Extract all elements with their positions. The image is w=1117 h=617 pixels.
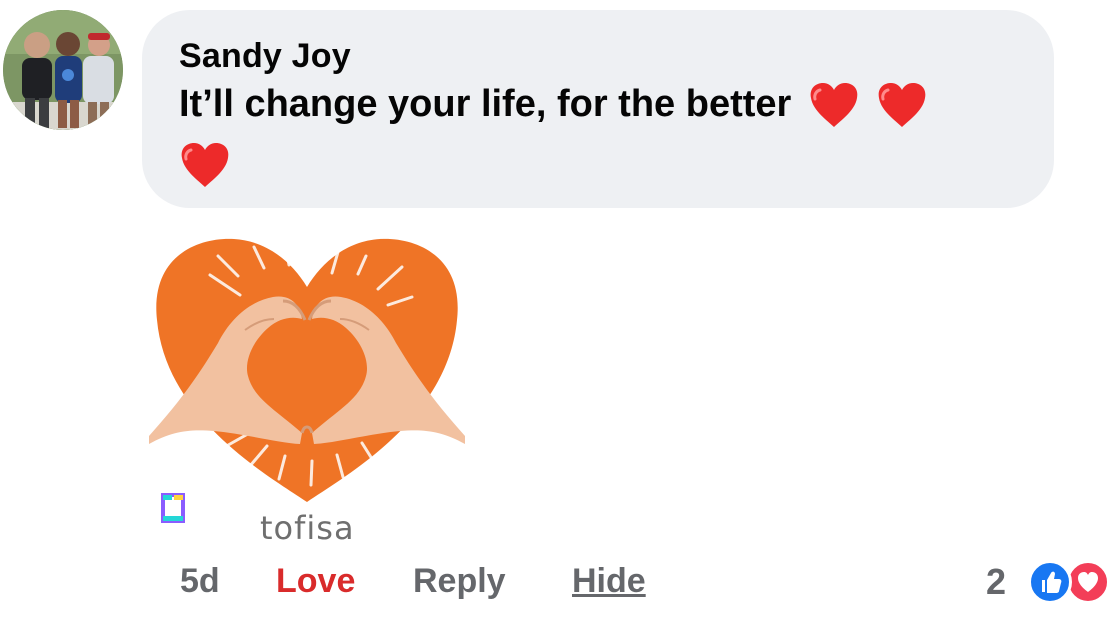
red-heart-icon [879, 83, 926, 127]
love-icon [1066, 560, 1110, 604]
gif-attachment[interactable]: tofisa [142, 217, 472, 547]
love-reaction-button[interactable]: Love [276, 562, 355, 601]
hide-button[interactable]: Hide [572, 562, 646, 601]
heart-icon [1078, 572, 1098, 592]
comment-bubble: Sandy Joy It’ll change your life, for th… [142, 10, 1054, 208]
avatar-photo [3, 10, 123, 130]
gif-wordmark: tofisa [260, 509, 355, 547]
comment-text-line1: It’ll change your life, for the better [179, 82, 928, 130]
comment-author[interactable]: Sandy Joy [179, 37, 351, 76]
like-icon [1028, 560, 1072, 604]
comment-thread: Sandy Joy It’ll change your life, for th… [0, 0, 1117, 617]
heart-hands-icon [149, 238, 465, 502]
reply-button[interactable]: Reply [413, 562, 506, 601]
red-heart-icon [810, 83, 858, 127]
comment-text-line2 [179, 142, 231, 190]
reaction-count: 2 [986, 561, 1007, 602]
avatar[interactable] [3, 10, 123, 130]
reaction-summary[interactable]: 2 [986, 557, 1117, 605]
comment-text: It’ll change your life, for the better [179, 83, 792, 126]
comment-timestamp[interactable]: 5d [180, 562, 220, 601]
thumbs-up-icon [1042, 571, 1062, 593]
gif-source-icon [161, 493, 185, 523]
red-heart-icon [181, 143, 229, 187]
